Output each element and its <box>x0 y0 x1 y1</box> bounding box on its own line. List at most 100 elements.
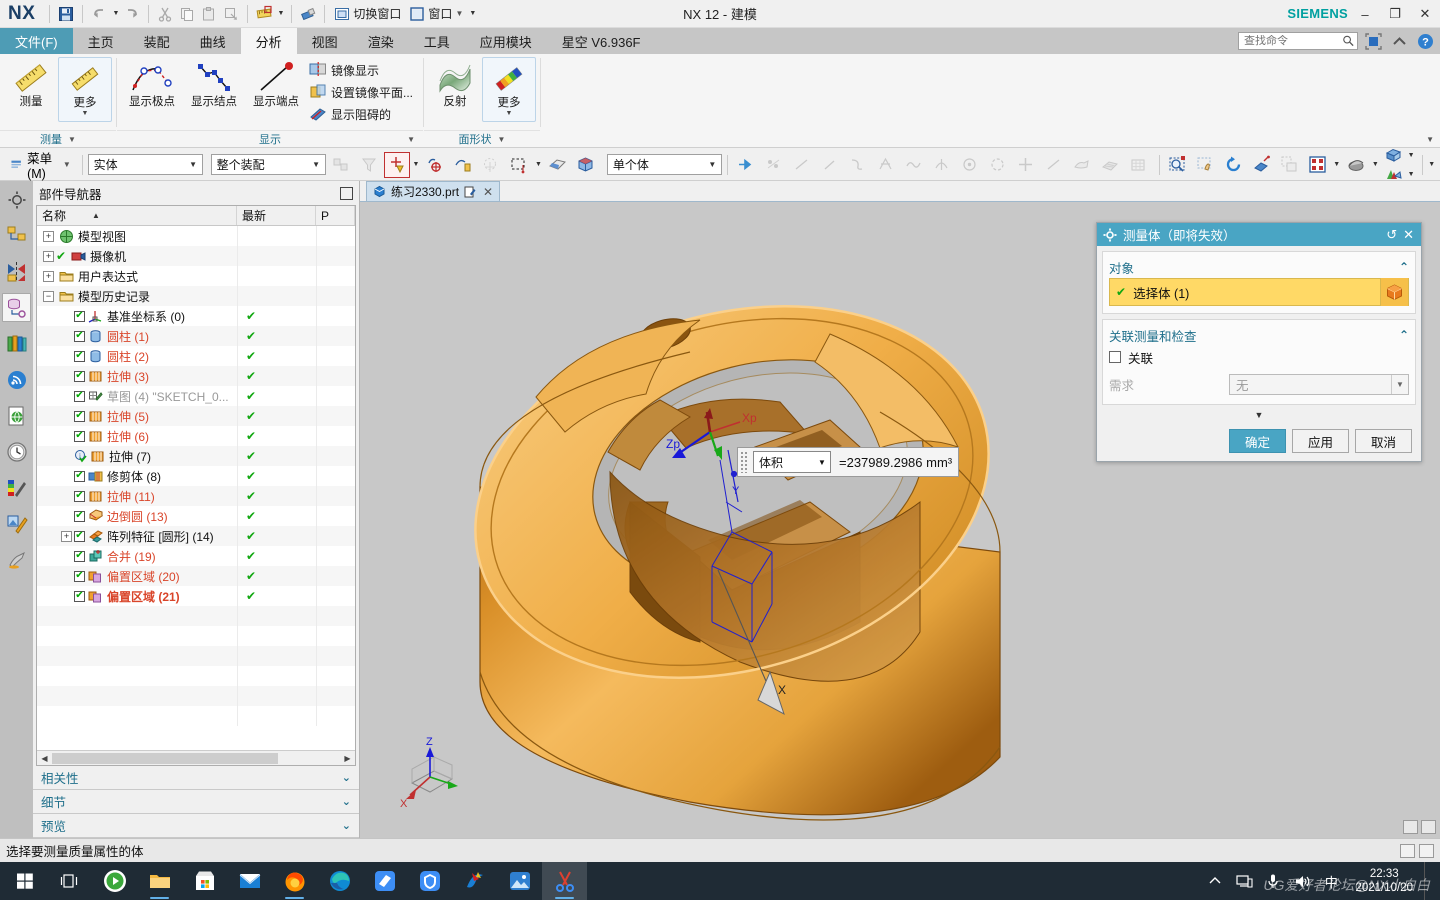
table-row[interactable]: ✔ 偏置区域 (21) ✔ <box>37 586 355 606</box>
tree-item-name-cell[interactable]: ✔ 修剪体 (8) <box>37 466 237 486</box>
sidebar-item-system-visual[interactable] <box>2 545 31 574</box>
part-tab[interactable]: 练习2330.prt ✕ <box>366 181 501 201</box>
sidebar-item-web-browser[interactable] <box>2 401 31 430</box>
table-row[interactable]: − 模型历史记录 <box>37 286 355 306</box>
measure-button[interactable]: 测量 <box>4 57 58 112</box>
sidebar-item-system-scenes[interactable] <box>2 509 31 538</box>
undo-button[interactable] <box>88 3 110 25</box>
tree-item-name-cell[interactable]: ✔ 拉伸 (6) <box>37 426 237 446</box>
taskbar-file-explorer[interactable] <box>137 862 182 900</box>
close-tab-icon[interactable]: ✕ <box>483 185 493 199</box>
feature-suppress-checkbox[interactable]: ✔ <box>74 570 85 582</box>
table-row[interactable]: ✔ 边倒圆 (13) ✔ <box>37 506 355 526</box>
selection-toolbar-overflow-icon[interactable]: ▼ <box>1427 153 1436 177</box>
arc-center-button[interactable] <box>901 152 927 178</box>
feature-suppress-checkbox[interactable]: ✔ <box>74 550 85 562</box>
copy-button[interactable] <box>176 3 198 25</box>
point-constructor-button[interactable] <box>422 152 448 178</box>
start-button[interactable] <box>2 862 47 900</box>
assembly-filter-button[interactable] <box>328 152 354 178</box>
navigator-section-1[interactable]: 细节 ⌄ <box>33 790 359 814</box>
endpoint-button[interactable] <box>789 152 815 178</box>
requirement-combo[interactable]: 无 ▼ <box>1229 373 1409 395</box>
reflection-button[interactable]: 反射 <box>428 57 482 112</box>
show-body-button[interactable] <box>573 152 599 178</box>
fit-view-button[interactable] <box>1248 152 1274 178</box>
group-expand-caret-icon[interactable]: ▼ <box>407 135 415 144</box>
taskbar-snip[interactable] <box>542 862 587 900</box>
taskbar-clock[interactable]: 22:33 2021/10/20 <box>1347 867 1421 895</box>
intersection-button[interactable] <box>873 152 899 178</box>
tree-item-name-cell[interactable]: + ✔ 阵列特征 [圆形] (14) <box>37 526 237 546</box>
show-obstructed-button[interactable]: 显示阻碍的 <box>307 103 419 125</box>
select-similar-button[interactable] <box>478 152 504 178</box>
tab-assemblies[interactable]: 装配 <box>129 28 185 54</box>
close-icon[interactable]: ✕ <box>1403 227 1414 243</box>
chevron-down-icon[interactable]: ▼ <box>506 110 513 118</box>
pin-panel-button[interactable] <box>340 186 353 200</box>
rectangle-select-button[interactable] <box>506 152 532 178</box>
paste-special-button[interactable] <box>220 3 242 25</box>
tree-item-name-cell[interactable]: − 模型历史记录 <box>37 286 237 306</box>
drag-handle[interactable] <box>740 451 749 473</box>
tab-home[interactable]: 主页 <box>73 28 129 54</box>
view-orientation-button[interactable] <box>1304 152 1330 178</box>
feature-suppress-checkbox[interactable]: ✔ <box>74 590 85 602</box>
expand-icon[interactable]: + <box>61 530 72 542</box>
table-row[interactable]: ✔ 圆柱 (1) ✔ <box>37 326 355 346</box>
tab-analysis[interactable]: 分析 <box>240 28 297 54</box>
chevron-down-icon[interactable]: ⌄ <box>342 771 351 784</box>
chevron-down-icon[interactable]: ⌄ <box>342 819 351 832</box>
window-button[interactable]: 窗口 ▼ <box>405 3 467 25</box>
table-row[interactable]: + ✔ 摄像机 <box>37 246 355 266</box>
rotate-button[interactable] <box>1220 152 1246 178</box>
chevron-down-icon[interactable]: ▼ <box>185 155 202 174</box>
tab-curve[interactable]: 曲线 <box>185 28 241 54</box>
show-knots-button[interactable]: 显示结点 <box>183 57 245 112</box>
snap-point-toggle[interactable] <box>383 151 410 178</box>
reset-icon[interactable]: ↺ <box>1386 227 1397 243</box>
feature-suppress-checkbox[interactable]: ✔ <box>74 390 85 402</box>
highlight-body-button[interactable] <box>545 152 571 178</box>
body-icon[interactable] <box>1380 278 1408 306</box>
tree-item-name-cell[interactable]: ✔ 基准坐标系 (0) <box>37 306 237 326</box>
pan-button[interactable] <box>1192 152 1218 178</box>
chevron-down-icon[interactable]: ▼ <box>63 160 71 169</box>
table-row[interactable]: ✔ 草图 (4) "SKETCH_0... ✔ <box>37 386 355 406</box>
tree-item-name-cell[interactable]: ✔ 草图 (4) "SKETCH_0... <box>37 386 237 406</box>
tree-item-name-cell[interactable]: ✔ 合并 (19) <box>37 546 237 566</box>
cut-button[interactable] <box>154 3 176 25</box>
ribbon-overflow-caret-icon[interactable]: ▼ <box>1426 135 1434 144</box>
general-filter-button[interactable] <box>356 152 382 178</box>
menu-button[interactable]: 菜单(M) ▼ <box>4 152 77 181</box>
group-expand-caret-icon[interactable]: ▼ <box>498 135 506 144</box>
group-expand-caret-icon[interactable]: ▼ <box>68 135 76 144</box>
facet-point-button[interactable] <box>1097 152 1123 178</box>
face-shape-more-button[interactable]: 更多 ▼ <box>482 57 537 122</box>
task-view-button[interactable] <box>47 862 92 900</box>
scroll-right-icon[interactable]: ▶ <box>340 750 355 765</box>
table-row[interactable]: + 用户表达式 <box>37 266 355 286</box>
chevron-down-icon[interactable]: ▼ <box>82 110 89 118</box>
section-associative-header[interactable]: 关联测量和检查 ⌃ <box>1109 324 1409 346</box>
sidebar-item-hd3d-tools[interactable] <box>2 365 31 394</box>
status-indicator-1[interactable] <box>1400 843 1415 858</box>
minimize-ribbon-button[interactable] <box>1388 30 1410 52</box>
collapse-icon[interactable]: − <box>43 290 54 302</box>
search-input[interactable] <box>1244 35 1342 47</box>
taskbar-media-player[interactable] <box>92 862 137 900</box>
point-on-curve-button[interactable] <box>761 152 787 178</box>
tab-tools[interactable]: 工具 <box>409 28 465 54</box>
show-endpoints-button[interactable]: 显示端点 <box>245 57 307 112</box>
render-style-caret-icon[interactable]: ▼ <box>1406 146 1417 164</box>
set-mirror-plane-button[interactable]: 设置镜像平面... <box>307 81 419 103</box>
chevron-down-icon[interactable]: ⌄ <box>342 795 351 808</box>
table-row[interactable]: ✔ 偏置区域 (20) ✔ <box>37 566 355 586</box>
feature-suppress-checkbox[interactable]: ✔ <box>74 310 85 322</box>
tray-overflow-icon[interactable] <box>1202 862 1228 900</box>
paste-button[interactable] <box>198 3 220 25</box>
dialog-title-bar[interactable]: 测量体（即将失效） ↺ ✕ <box>1097 223 1421 246</box>
taskbar-microsoft-store[interactable] <box>182 862 227 900</box>
grid-point-button[interactable] <box>1125 152 1151 178</box>
tab-starsky[interactable]: 星空 V6.936F <box>547 28 656 54</box>
